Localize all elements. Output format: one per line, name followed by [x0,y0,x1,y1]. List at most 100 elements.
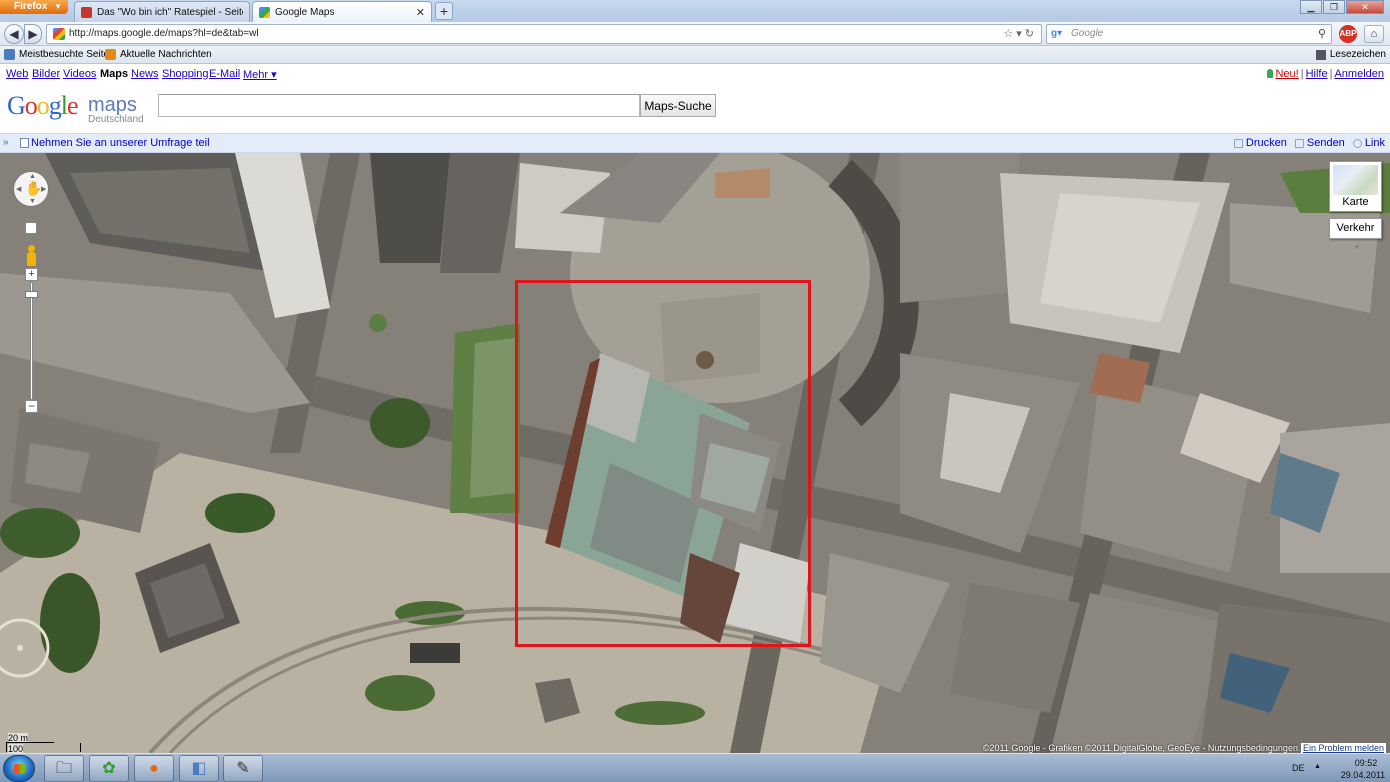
forward-button[interactable]: ▶ [24,24,42,44]
zoom-in-button[interactable]: + [25,268,38,281]
browser-titlebar: Firefox ▼ Das "Wo bin ich" Ratespiel - S… [0,0,1390,22]
firefox-menu-label: Firefox [14,1,48,12]
hand-icon: ✋ [25,180,43,196]
traffic-button[interactable]: Verkehr ▼ [1329,218,1382,251]
link-button[interactable]: Link [1352,137,1385,149]
bookmark-folder-icon [4,49,15,60]
tab-google-maps[interactable]: Google Maps ✕ [252,1,432,22]
window-close-icon[interactable]: ✕ [1346,0,1384,14]
windows-logo-icon [14,764,25,774]
gbar-help-link[interactable]: Hilfe [1306,68,1328,80]
maps-subbar: » Nehmen Sie an unserer Umfrage teil Dru… [0,133,1390,153]
browser-navbar: ◀ ▶ http://maps.google.de/maps?hl=de&tab… [0,22,1390,46]
window-controls: ▁ ❐ ✕ [1299,0,1384,14]
taskbar-tool[interactable]: ✎ [223,755,263,782]
logo-country: Deutschland [88,114,144,125]
url-text[interactable]: http://maps.google.de/maps?hl=de&tab=wl [69,28,259,39]
clock-date[interactable]: 29.04.2011 [1340,770,1386,780]
maps-search-button[interactable]: Maps-Suche [640,94,716,117]
survey-icon [20,138,29,148]
survey-link[interactable]: Nehmen Sie an unserer Umfrage teil [20,137,210,149]
minimize-icon[interactable]: ▁ [1300,0,1322,14]
windows-taskbar: 🗀 ✿ ● ◧ ✎ DE ▲ 09:52 29.04.2011 [0,753,1390,782]
taskbar-firefox[interactable]: ● [134,755,174,782]
taskbar-explorer[interactable]: 🗀 [44,755,84,782]
close-icon[interactable]: ✕ [416,6,425,19]
bookmark-label: Meistbesuchte Seiten [19,49,115,60]
maptype-label: Karte [1342,196,1369,208]
zoom-slider-track[interactable] [30,282,33,400]
site-identity-icon[interactable] [53,28,65,40]
gbar-link-videos[interactable]: Videos [63,68,96,80]
pan-left-icon[interactable]: ◀ [16,185,21,193]
street-view-pegman-icon[interactable] [25,245,38,267]
bookmarks-menu[interactable]: Lesezeichen [1315,49,1386,60]
star-icon[interactable]: ☆ [1003,28,1016,40]
highlight-rectangle [515,280,811,647]
bookmark-label: Aktuelle Nachrichten [120,49,212,60]
person-icon [1267,69,1274,78]
gbar-link-bilder[interactable]: Bilder [32,68,60,80]
print-button[interactable]: Drucken [1233,137,1287,149]
bookmark-news[interactable]: Aktuelle Nachrichten [105,49,212,60]
rotate-button[interactable] [25,222,37,234]
language-indicator[interactable]: DE [1292,763,1305,773]
survey-link-label: Nehmen Sie an unserer Umfrage teil [31,137,210,149]
adblock-icon[interactable]: ABP [1339,25,1357,43]
system-tray: DE ▲ 09:52 29.04.2011 [1280,754,1390,782]
tool-icon: ✎ [236,760,250,777]
bookmarks-menu-label: Lesezeichen [1329,49,1386,60]
url-bar[interactable]: http://maps.google.de/maps?hl=de&tab=wl … [46,24,1042,44]
zoom-out-button[interactable]: − [25,400,38,413]
link-icon [1352,138,1362,148]
taskbar-app[interactable]: ◧ [179,755,219,782]
gbar-link-news[interactable]: News [131,68,159,80]
new-tab-button[interactable]: + [435,2,453,20]
bookmark-most-visited[interactable]: Meistbesuchte Seiten [4,49,115,60]
browser-search-box[interactable]: g▾ Google ⚲ [1046,24,1332,44]
urlbar-actions: ☆▾↻ [1003,27,1037,40]
back-button[interactable]: ◀ [4,24,24,44]
search-placeholder: Google [1071,28,1104,39]
traffic-label: Verkehr [1336,222,1375,234]
gbar-new-link[interactable]: Neu! [1275,68,1298,80]
reload-icon[interactable]: ↻ [1025,28,1037,40]
maps-search-input[interactable] [158,94,640,117]
tab-ratespiel[interactable]: Das "Wo bin ich" Ratespiel - Seite 60 ..… [74,1,250,22]
gbar-login-link[interactable]: Anmelden [1334,68,1384,80]
start-button[interactable] [3,755,35,782]
firefox-icon: ● [149,760,159,777]
maptype-karte-button[interactable]: Karte [1329,161,1382,212]
map-scale: 20 m 100 [6,733,81,753]
gbar-link-email[interactable]: E-Mail [209,68,240,80]
google-search-engine-icon[interactable]: g▾ [1051,28,1062,39]
firefox-menu-button[interactable]: Firefox ▼ [0,0,68,14]
app-icon: ◧ [191,760,207,777]
maximize-icon[interactable]: ❐ [1323,0,1345,14]
map-thumbnail [1333,165,1378,195]
clock-time[interactable]: 09:52 [1346,758,1386,768]
collapse-panel-button[interactable]: » [3,137,9,148]
envelope-icon [1294,138,1304,148]
send-button[interactable]: Senden [1294,137,1345,149]
search-icon[interactable]: ⚲ [1318,27,1326,40]
bookmarks-icon [1315,49,1326,60]
google-logo[interactable]: Google [7,91,79,121]
gbar-link-more[interactable]: Mehr ▾ [243,68,277,81]
taskbar-icq[interactable]: ✿ [89,755,129,782]
pan-up-icon[interactable]: ▲ [29,173,36,180]
zoom-slider-thumb[interactable] [25,291,38,298]
home-icon[interactable]: ⌂ [1364,25,1384,43]
pan-down-icon[interactable]: ▼ [29,198,36,205]
dropdown-icon[interactable]: ▾ [1016,28,1025,40]
print-label: Drucken [1245,137,1287,149]
pan-control[interactable]: ▲ ▼ ◀ ▶ ✋ [13,171,49,207]
gbar-link-web[interactable]: Web [6,68,28,80]
gbar-current-maps: Maps [100,68,129,80]
chevron-up-icon[interactable]: ▲ [1314,763,1321,770]
report-problem-link[interactable]: Ein Problem melden [1300,743,1386,753]
satellite-map[interactable]: ▲ ▼ ◀ ▶ ✋ + − Karte Verkehr ▼ 20 m 100 ©… [0,153,1390,753]
gbar-link-shopping[interactable]: Shopping [162,68,209,80]
rss-icon [105,49,116,60]
attribution-text: ©2011 Google - Grafiken ©2011 DigitalGlo… [982,743,1298,753]
